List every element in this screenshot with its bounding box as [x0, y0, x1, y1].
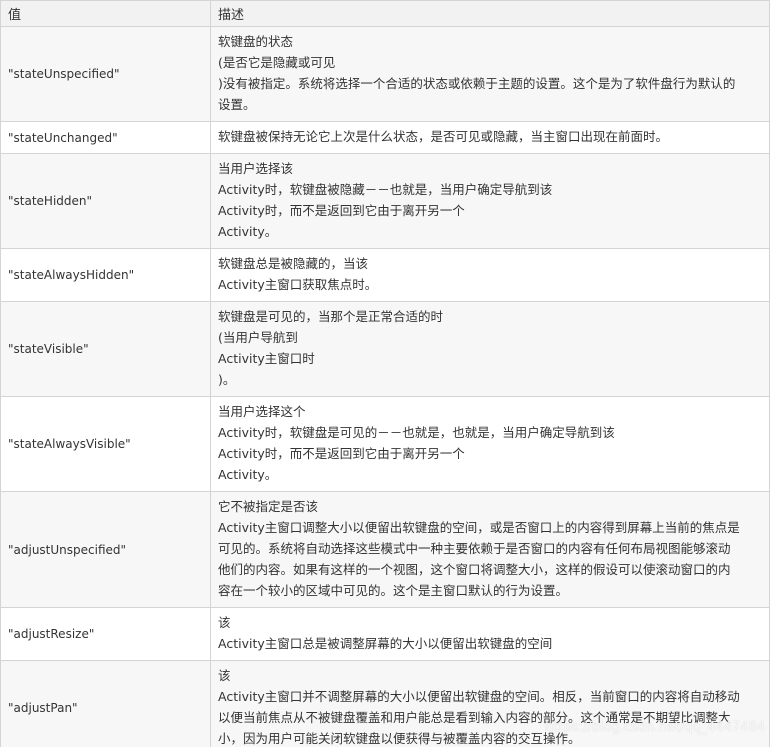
- description-line: 容在一个较小的区域中可见的。这个是主窗口默认的行为设置。: [218, 583, 569, 598]
- description-line: Activity。: [218, 467, 278, 482]
- description-line: 以便当前焦点从不被键盘覆盖和用户能总是看到输入内容的部分。这个通常是不期望比调整…: [218, 710, 731, 725]
- description-cell: 软键盘被保持无论它上次是什么状态，是否可见或隐藏，当主窗口出现在前面时。: [210, 121, 770, 154]
- description-line: 小，因为用户可能关闭软键盘以便获得与被覆盖内容的交互操作。: [218, 731, 581, 746]
- description-line: 设置。: [218, 97, 256, 112]
- description-line: Activity主窗口总是被调整屏幕的大小以便留出软键盘的空间: [218, 636, 553, 651]
- description-line: (当用户导航到: [218, 330, 298, 345]
- attribute-value-cell: "stateVisible": [0, 301, 211, 397]
- description-line: )没有被指定。系统将选择一个合适的状态或依赖于主题的设置。这个是为了软件盘行为默…: [218, 76, 736, 91]
- description-line: 它不被指定是否该: [218, 499, 319, 514]
- description-line: Activity主窗口获取焦点时。: [218, 277, 378, 292]
- header-description: 描述: [210, 0, 770, 27]
- attribute-value-cell: "stateUnchanged": [0, 121, 211, 154]
- attribute-value-cell: "adjustPan": [0, 660, 211, 747]
- table-row: "adjustUnspecified" 它不被指定是否该 Activity主窗口调整…: [0, 491, 770, 608]
- window-soft-input-mode-table: 值 描述 "stateUnspecified" 软键盘的状态 (是否它是隐藏或可见)…: [0, 0, 770, 747]
- table-row: "stateAlwaysHidden" 软键盘总是被隐藏的，当该 Activity主…: [0, 248, 770, 302]
- attribute-value-cell: "adjustUnspecified": [0, 491, 211, 608]
- description-line: 可见的。系统将自动选择这些模式中一种主要依赖于是否窗口的内容有任何布局视图能够滚…: [218, 541, 731, 556]
- table-header-row: 值 描述: [0, 0, 770, 27]
- description-line: 该: [218, 615, 231, 630]
- description-line: Activity。: [218, 224, 278, 239]
- attribute-table-container: 值 描述 "stateUnspecified" 软键盘的状态 (是否它是隐藏或可见)…: [0, 0, 771, 747]
- description-cell: 软键盘总是被隐藏的，当该 Activity主窗口获取焦点时。: [210, 248, 770, 302]
- description-line: Activity时，软键盘被隐藏－－也就是，当用户确定导航到该: [218, 182, 553, 197]
- attribute-value-cell: "adjustResize": [0, 607, 211, 661]
- description-cell: 当用户选择该 Activity时，软键盘被隐藏－－也就是，当用户确定导航到该 Act…: [210, 153, 770, 249]
- description-line: Activity主窗口并不调整屏幕的大小以便留出软键盘的空间。相反，当前窗口的内…: [218, 689, 740, 704]
- description-cell: 软键盘的状态 (是否它是隐藏或可见 )没有被指定。系统将选择一个合适的状态或依赖于主…: [210, 26, 770, 122]
- description-line: 该: [218, 668, 231, 683]
- description-line: (是否它是隐藏或可见: [218, 55, 336, 70]
- description-line: 软键盘被保持无论它上次是什么状态，是否可见或隐藏，当主窗口出现在前面时。: [218, 129, 669, 144]
- attribute-value-cell: "stateUnspecified": [0, 26, 211, 122]
- description-cell: 它不被指定是否该 Activity主窗口调整大小以便留出软键盘的空间，或是否窗口上…: [210, 491, 770, 608]
- table-row: "stateUnspecified" 软键盘的状态 (是否它是隐藏或可见 )没有被指定…: [0, 26, 770, 122]
- description-line: Activity时，而不是返回到它由于离开另一个: [218, 203, 465, 218]
- description-cell: 该 Activity主窗口总是被调整屏幕的大小以便留出软键盘的空间: [210, 607, 770, 661]
- attribute-value-cell: "stateAlwaysHidden": [0, 248, 211, 302]
- description-line: )。: [218, 372, 236, 387]
- description-cell: 当用户选择这个 Activity时，软键盘是可见的－－也就是，也就是，当用户确定导…: [210, 396, 770, 492]
- description-line: 软键盘的状态: [218, 34, 294, 49]
- table-row: "adjustPan" 该 Activity主窗口并不调整屏幕的大小以便留出软键盘的…: [0, 660, 770, 747]
- attribute-value-cell: "stateHidden": [0, 153, 211, 249]
- description-line: Activity主窗口时: [218, 351, 315, 366]
- header-value: 值: [0, 0, 211, 27]
- table-row: "stateAlwaysVisible" 当用户选择这个 Activity时，软键盘…: [0, 396, 770, 492]
- table-row: "stateUnchanged" 软键盘被保持无论它上次是什么状态，是否可见或隐藏…: [0, 121, 770, 154]
- description-cell: 该 Activity主窗口并不调整屏幕的大小以便留出软键盘的空间。相反，当前窗口的…: [210, 660, 770, 747]
- description-line: Activity时，而不是返回到它由于离开另一个: [218, 446, 465, 461]
- table-row: "stateVisible" 软键盘是可见的，当那个是正常合适的时 (当用户导航到 A…: [0, 301, 770, 397]
- attribute-value-cell: "stateAlwaysVisible": [0, 396, 211, 492]
- description-line: 软键盘是可见的，当那个是正常合适的时: [218, 309, 444, 324]
- table-body: "stateUnspecified" 软键盘的状态 (是否它是隐藏或可见 )没有被指定…: [0, 26, 770, 747]
- description-line: 他们的内容。如果有这样的一个视图，这个窗口将调整大小，这样的假设可以使滚动窗口的…: [218, 562, 731, 577]
- table-row: "stateHidden" 当用户选择该 Activity时，软键盘被隐藏－－也就是…: [0, 153, 770, 249]
- description-cell: 软键盘是可见的，当那个是正常合适的时 (当用户导航到 Activity主窗口时 )。: [210, 301, 770, 397]
- description-line: Activity主窗口调整大小以便留出软键盘的空间，或是否窗口上的内容得到屏幕上…: [218, 520, 740, 535]
- description-line: 当用户选择该: [218, 161, 294, 176]
- description-line: 软键盘总是被隐藏的，当该: [218, 256, 369, 271]
- table-row: "adjustResize" 该 Activity主窗口总是被调整屏幕的大小以便留出…: [0, 607, 770, 661]
- description-line: Activity时，软键盘是可见的－－也就是，也就是，当用户确定导航到该: [218, 425, 615, 440]
- description-line: 当用户选择这个: [218, 404, 306, 419]
